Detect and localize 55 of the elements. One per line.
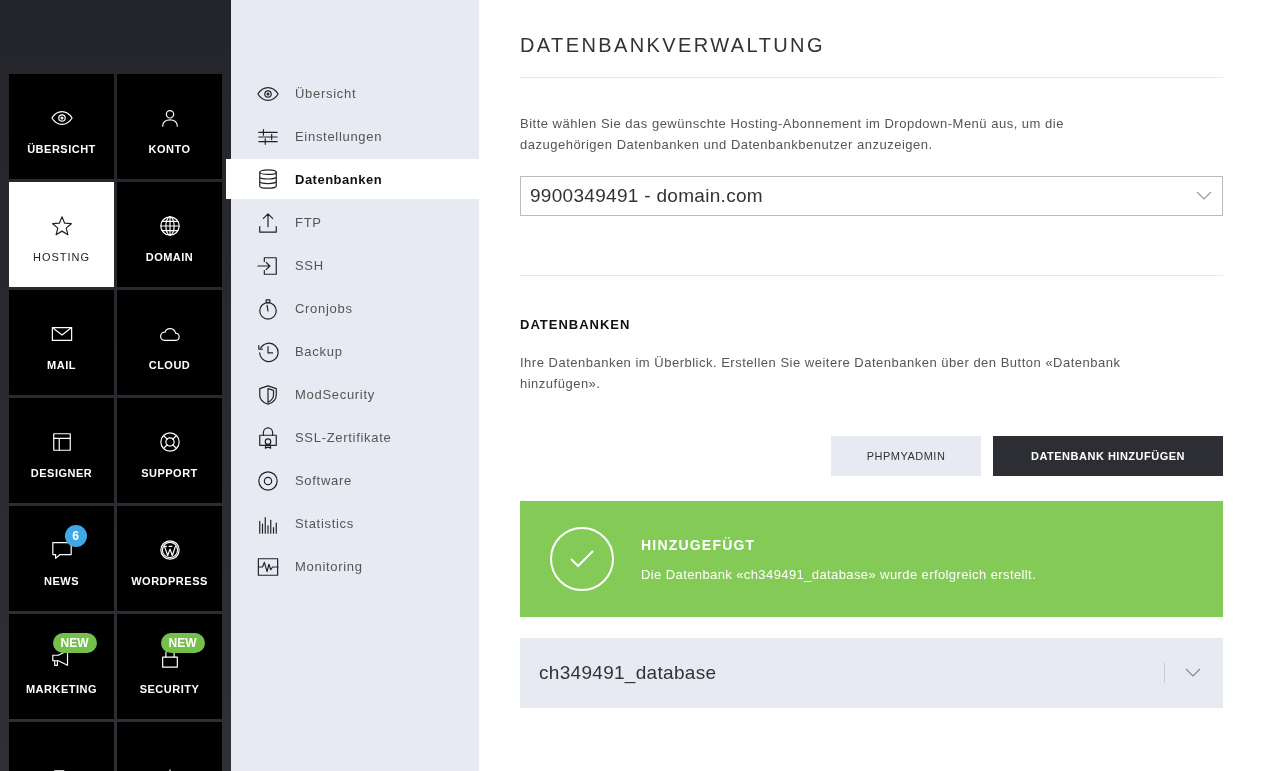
lifebuoy-icon xyxy=(158,430,181,453)
phpmyadmin-button[interactable]: PHPMYADMIN xyxy=(831,436,981,476)
nav-item[interactable]: FTP xyxy=(231,201,479,244)
new-badge: NEW xyxy=(52,632,97,653)
nav-item[interactable]: SSH xyxy=(231,244,479,287)
database-icon xyxy=(257,168,279,190)
globe-icon xyxy=(158,214,181,237)
login-icon xyxy=(257,254,279,277)
nav-item[interactable]: Statistics xyxy=(231,502,479,545)
nav-item[interactable]: Datenbanken xyxy=(226,159,479,199)
nav-tile[interactable]: NEW SECURITY xyxy=(117,614,222,719)
nav-tile[interactable]: CLOUD xyxy=(117,290,222,395)
page-title: DATENBANKVERWALTUNG xyxy=(520,34,1223,78)
disc-icon xyxy=(257,469,279,492)
nav-tile[interactable]: HOSTING xyxy=(9,182,114,287)
nav-item[interactable]: ModSecurity xyxy=(231,373,479,416)
pulse-monitor-icon xyxy=(257,555,279,578)
nav-tile[interactable]: NEW MARKETING xyxy=(9,614,114,719)
nav-tile[interactable]: ÜBERSICHT xyxy=(9,74,114,179)
alert-title: HINZUGEFÜGT xyxy=(641,536,757,553)
wordpress-logo-icon xyxy=(158,538,181,561)
history-icon xyxy=(257,340,279,363)
database-row[interactable]: ch349491_database xyxy=(520,638,1223,708)
alert-message: Die Datenbank «ch349491_database» wurde erfolgreich erstellt. xyxy=(641,566,1037,582)
nav-tile[interactable]: DOMAIN xyxy=(117,182,222,287)
intro-text: Bitte wählen Sie das gewünschte Hosting-Abonnement im Dropdown-Menü aus, um die dazugehörigen Datenbanken und Datenbankbenutzer anzuzeigen. xyxy=(520,115,1065,154)
new-badge: NEW xyxy=(160,632,205,653)
nav-item[interactable]: Übersicht xyxy=(231,72,479,115)
nav-item[interactable]: SSL-Zertifikate xyxy=(231,416,479,459)
nav-item[interactable]: Einstellungen xyxy=(231,115,479,158)
nav-tile[interactable]: DESIGNER xyxy=(9,398,114,503)
nav-tile[interactable]: MAIL xyxy=(9,290,114,395)
count-badge: 6 xyxy=(64,524,87,547)
chevron-down-icon[interactable] xyxy=(1185,668,1201,678)
chevron-down-icon xyxy=(1196,191,1212,201)
nav-tile[interactable]: SUPPORT xyxy=(117,398,222,503)
nav-tile[interactable]: 6 NEWS xyxy=(9,506,114,611)
upload-icon xyxy=(257,211,279,234)
nav-item[interactable]: Backup xyxy=(231,330,479,373)
nav-tile[interactable]: KONTO xyxy=(117,74,222,179)
subscription-dropdown[interactable]: 9900349491 - domain.com xyxy=(520,176,1223,216)
section-description: Ihre Datenbanken im Überblick. Erstellen Sie weitere Datenbanken über den Button «Datenbank hinzufügen». xyxy=(520,354,1122,393)
nav-item[interactable]: Software xyxy=(231,459,479,502)
nav-item[interactable]: Monitoring xyxy=(231,545,479,588)
nav-item[interactable]: Cronjobs xyxy=(231,287,479,330)
certificate-icon xyxy=(257,426,279,449)
database-name: ch349491_database xyxy=(539,662,718,684)
add-database-button[interactable]: DATENBANK HINZUFÜGEN xyxy=(993,436,1223,476)
shield-icon xyxy=(257,383,279,406)
layout-icon xyxy=(50,430,73,453)
star-icon xyxy=(50,214,73,237)
nav-tile[interactable]: WORDPRESS xyxy=(117,506,222,611)
stopwatch-icon xyxy=(257,297,279,320)
section-heading: DATENBANKEN xyxy=(520,317,632,332)
checkmark-icon xyxy=(550,527,614,591)
